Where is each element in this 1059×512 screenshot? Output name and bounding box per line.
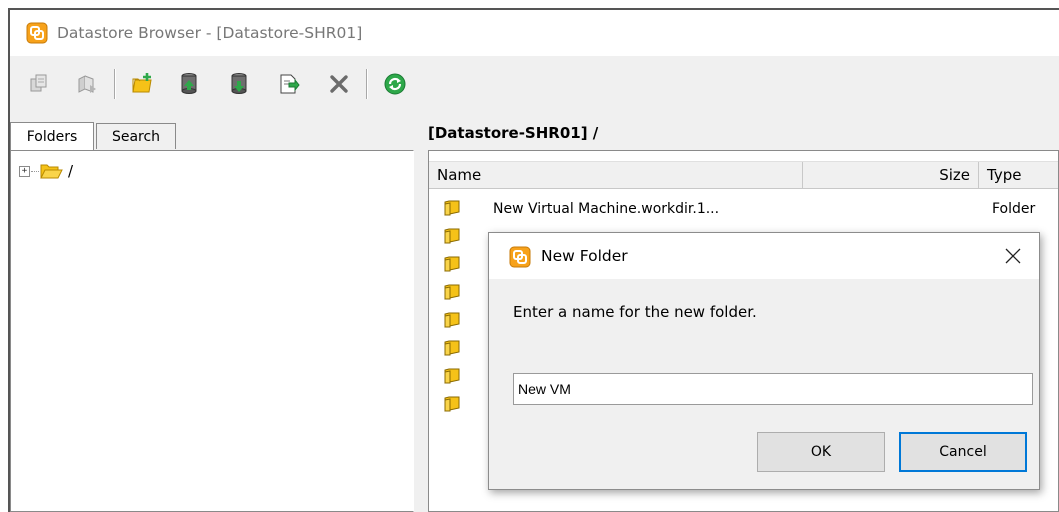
folder-icon	[444, 312, 460, 328]
folder-icon	[444, 368, 460, 384]
tab-search[interactable]: Search	[96, 123, 176, 149]
title-bar: Datastore Browser - [Datastore-SHR01]	[10, 10, 1059, 56]
new-folder-dialog: New Folder Enter a name for the new fold…	[488, 232, 1040, 490]
cancel-button[interactable]: Cancel	[899, 432, 1027, 472]
folder-icon	[444, 200, 460, 216]
file-row[interactable]: New Virtual Machine.workdir.1... Folder	[429, 199, 1058, 225]
vsphere-app-icon	[509, 246, 531, 268]
folder-name-input[interactable]	[513, 373, 1033, 405]
grid-header: Name Size Type	[429, 161, 1058, 189]
tree-node-root[interactable]: + /	[19, 161, 73, 181]
dialog-title-bar: New Folder	[489, 233, 1039, 279]
folder-icon	[444, 340, 460, 356]
delete-icon[interactable]	[326, 71, 352, 97]
current-path: [Datastore-SHR01] /	[428, 124, 599, 142]
file-type: Folder	[992, 201, 1036, 217]
tree-expander[interactable]: +	[19, 165, 30, 177]
dialog-prompt: Enter a name for the new folder.	[513, 303, 757, 321]
column-type[interactable]: Type	[979, 162, 1059, 188]
download-icon[interactable]	[74, 71, 100, 97]
folder-icon	[444, 284, 460, 300]
tree-connector	[31, 170, 39, 172]
datastore-download-icon[interactable]	[226, 71, 252, 97]
file-name: New Virtual Machine.workdir.1...	[493, 201, 720, 217]
toolbar-separator	[366, 69, 368, 99]
move-icon[interactable]	[276, 71, 302, 97]
folders-pane: Folders Search + /	[10, 112, 414, 512]
tab-folders[interactable]: Folders	[10, 122, 94, 150]
window-title: Datastore Browser - [Datastore-SHR01]	[57, 24, 363, 42]
toolbar-separator	[114, 69, 116, 99]
tree-node-label: /	[68, 162, 74, 180]
folder-tree: + /	[10, 150, 414, 512]
column-size[interactable]: Size	[803, 162, 979, 188]
close-icon[interactable]	[1001, 244, 1025, 268]
ok-button[interactable]: OK	[757, 432, 885, 472]
column-name[interactable]: Name	[429, 162, 803, 188]
vsphere-app-icon	[26, 22, 48, 44]
open-folder-icon	[40, 164, 63, 179]
folder-icon	[444, 256, 460, 272]
refresh-icon[interactable]	[382, 71, 408, 97]
toolbar	[10, 56, 1059, 112]
new-folder-icon[interactable]	[130, 71, 156, 97]
datastore-upload-icon[interactable]	[176, 71, 202, 97]
upload-icon[interactable]	[26, 71, 52, 97]
dialog-title: New Folder	[541, 247, 628, 265]
folder-icon	[444, 228, 460, 244]
folder-icon	[444, 396, 460, 412]
